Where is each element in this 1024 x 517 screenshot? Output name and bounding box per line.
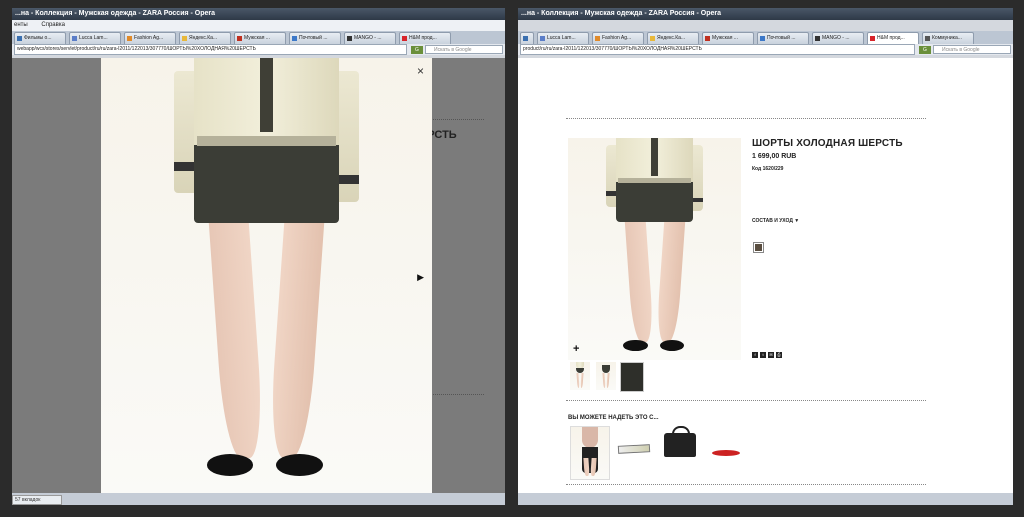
related-product-shoes[interactable] — [712, 450, 740, 456]
page-content: + ШОРТЫ ХОЛОДНАЯ ШЕРСТЬ 1 699,00 RUB Код… — [518, 58, 1013, 493]
related-product-outfit[interactable] — [570, 426, 610, 480]
product-photo-large — [101, 58, 432, 493]
browser-tab[interactable]: Lucca Lam... — [69, 32, 121, 44]
browser-tab[interactable]: Мужская ... — [234, 32, 286, 44]
menu-bar: енты Справка — [12, 20, 505, 31]
tab-favicon-icon — [182, 36, 187, 41]
browser-tab[interactable]: Коммуника... — [922, 32, 974, 44]
image-zoom-modal: × ▶ — [101, 58, 432, 493]
product-photo-main[interactable] — [568, 138, 741, 360]
status-text: 57 вкладок — [12, 495, 62, 505]
tab-favicon-icon — [237, 36, 242, 41]
divider — [566, 484, 926, 485]
product-thumbnail[interactable] — [570, 362, 590, 390]
tab-favicon-icon — [870, 36, 875, 41]
url-field[interactable]: product/ru/ru/zara-I2011/122013/307770/Ш… — [520, 44, 915, 55]
tab-favicon-icon — [705, 36, 710, 41]
browser-tab[interactable]: MANGO - ... — [812, 32, 864, 44]
tab-favicon-icon — [72, 36, 77, 41]
product-title: ШОРТЫ ХОЛОДНАЯ ШЕРСТЬ — [752, 138, 903, 149]
tab-favicon-icon — [925, 36, 930, 41]
menu-item-tools[interactable]: енты — [14, 22, 28, 28]
browser-tab[interactable]: Фильмы о... — [14, 32, 66, 44]
browser-tab[interactable]: H&M прод... — [399, 32, 451, 44]
related-product-belt[interactable] — [617, 444, 651, 454]
browser-tab-active[interactable]: H&M прод... — [867, 32, 919, 44]
divider — [566, 400, 926, 401]
tab-bar: Lucca Lam... Fashion Ag... Яндекс.Ка... … — [518, 31, 1013, 44]
window-title: ...на - Коллекция - Мужская одежда - ZAR… — [12, 8, 505, 20]
print-icon[interactable]: ⎙ — [776, 352, 782, 358]
next-arrow-icon[interactable]: ▶ — [417, 272, 424, 283]
page-content: ЕРСТЬ × ▶ — [12, 58, 505, 493]
product-price: 1 699,00 RUB — [752, 153, 797, 160]
browser-tab[interactable]: Lucca Lam... — [537, 32, 589, 44]
tab-favicon-icon — [17, 36, 22, 41]
window-title: ...на - Коллекция - Мужская одежда - ZAR… — [518, 8, 1013, 20]
zoom-plus-icon[interactable]: + — [573, 343, 579, 355]
browser-tab[interactable] — [520, 32, 534, 44]
left-browser-window: ...на - Коллекция - Мужская одежда - ZAR… — [12, 8, 505, 505]
browser-tab[interactable]: MANGO - ... — [344, 32, 396, 44]
tab-bar: Фильмы о... Lucca Lam... Fashion Ag... Я… — [12, 31, 505, 44]
tab-favicon-icon — [347, 36, 352, 41]
facebook-icon[interactable]: f — [752, 352, 758, 358]
tab-favicon-icon — [127, 36, 132, 41]
browser-tab[interactable]: Почтовый ... — [757, 32, 809, 44]
tab-favicon-icon — [402, 36, 407, 41]
status-bar: 57 вкладок — [12, 493, 505, 505]
browser-tab[interactable]: Почтовый ... — [289, 32, 341, 44]
browser-tab[interactable]: Мужская ... — [702, 32, 754, 44]
also-wear-heading: ВЫ МОЖЕТЕ НАДЕТЬ ЭТО С... — [568, 415, 659, 421]
menu-item-help[interactable]: Справка — [41, 22, 65, 28]
browser-tab[interactable]: Яндекс.Ка... — [647, 32, 699, 44]
product-thumbnail[interactable] — [620, 362, 644, 392]
search-input[interactable]: Искать в Google — [933, 45, 1011, 54]
product-thumbnail[interactable] — [596, 362, 616, 390]
address-bar: product/ru/ru/zara-I2011/122013/307770/Ш… — [518, 44, 1013, 55]
search-engine-icon[interactable]: G — [919, 45, 931, 54]
search-engine-icon[interactable]: G — [411, 45, 423, 54]
close-icon[interactable]: × — [417, 64, 424, 78]
email-icon[interactable]: ✉ — [768, 352, 774, 358]
tab-favicon-icon — [815, 36, 820, 41]
related-product-bag[interactable] — [664, 426, 696, 457]
tab-favicon-icon — [523, 36, 528, 41]
browser-tab[interactable]: Яндекс.Ка... — [179, 32, 231, 44]
tab-favicon-icon — [292, 36, 297, 41]
browser-tab[interactable]: Fashion Ag... — [592, 32, 644, 44]
tab-favicon-icon — [595, 36, 600, 41]
browser-tab[interactable]: Fashion Ag... — [124, 32, 176, 44]
search-input[interactable]: Искать в Google — [425, 45, 503, 54]
right-browser-window: ...на - Коллекция - Мужская одежда - ZAR… — [518, 8, 1013, 505]
status-bar — [518, 493, 1013, 505]
address-bar: webapp/wcs/stores/servlet/product/ru/ru/… — [12, 44, 505, 55]
composition-care-toggle[interactable]: СОСТАВ И УХОД ▼ — [752, 218, 799, 224]
tab-favicon-icon — [760, 36, 765, 41]
tab-favicon-icon — [540, 36, 545, 41]
share-icons: f t ✉ ⎙ — [752, 352, 782, 358]
url-field[interactable]: webapp/wcs/stores/servlet/product/ru/ru/… — [14, 44, 407, 55]
twitter-icon[interactable]: t — [760, 352, 766, 358]
tab-favicon-icon — [650, 36, 655, 41]
color-swatch-fill — [755, 244, 762, 251]
product-code: Код 1620/229 — [752, 166, 784, 172]
color-swatch[interactable] — [753, 242, 764, 253]
divider — [566, 118, 926, 119]
